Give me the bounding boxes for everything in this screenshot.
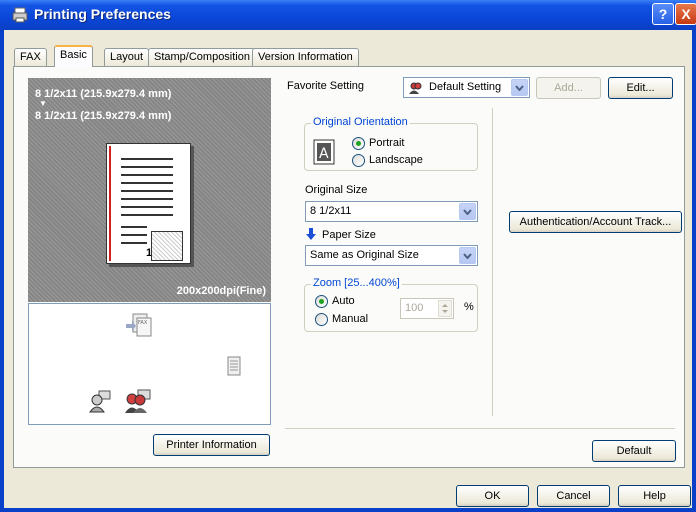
printer-information-button[interactable]: Printer Information — [153, 434, 270, 456]
zoom-manual-radio[interactable] — [315, 313, 328, 326]
landscape-label: Landscape — [369, 154, 423, 166]
binding-margin-line — [109, 146, 111, 261]
portrait-label: Portrait — [369, 137, 405, 149]
original-size-label: Original Size — [305, 184, 368, 196]
add-button[interactable]: Add... — [536, 77, 601, 99]
paper-size-label: Paper Size — [322, 229, 376, 241]
zoom-auto-label: Auto — [332, 295, 355, 307]
help-button[interactable]: Help — [618, 485, 691, 507]
portrait-orientation-icon: A — [313, 139, 335, 165]
zoom-value-stepper[interactable]: 100 — [400, 298, 454, 319]
zoom-title: Zoom [25...400%] — [311, 277, 402, 289]
preview-original-size-label: 8 1/2x11 (215.9x279.4 mm) — [35, 88, 172, 100]
svg-text:FAX: FAX — [138, 320, 148, 326]
tab-basic[interactable]: Basic — [54, 45, 93, 67]
portrait-radio[interactable] — [352, 137, 365, 150]
title-help-button[interactable]: ? — [652, 3, 674, 25]
preview-paper-size-label: 8 1/2x11 (215.9x279.4 mm) — [35, 110, 172, 122]
paper-size-dropdown[interactable]: Same as Original Size — [305, 245, 478, 266]
device-preview: FAX — [28, 303, 271, 425]
paper-size-value: Same as Original Size — [310, 249, 419, 261]
ok-button[interactable]: OK — [456, 485, 529, 507]
preview-resolution-label: 200x200dpi(Fine) — [176, 285, 266, 297]
zoom-unit: % — [464, 301, 474, 313]
landscape-radio[interactable] — [352, 154, 365, 167]
svg-text:A: A — [319, 146, 329, 162]
preview-arrow-icon: ▼ — [39, 99, 47, 108]
title-close-button[interactable]: X — [675, 3, 696, 25]
favorite-setting-value: Default Setting — [429, 81, 502, 93]
original-size-value: 8 1/2x11 — [310, 205, 352, 217]
window-title: Printing Preferences — [34, 6, 171, 22]
authentication-account-track-button[interactable]: Authentication/Account Track... — [509, 211, 682, 233]
default-button[interactable]: Default — [592, 440, 676, 462]
zoom-manual-label: Manual — [332, 313, 369, 325]
chevron-down-icon[interactable] — [459, 247, 476, 264]
arrow-down-icon — [306, 228, 316, 240]
fax-icon: FAX — [126, 313, 152, 337]
original-orientation-title: Original Orientation — [311, 116, 410, 128]
page-preview: 8 1/2x11 (215.9x279.4 mm) ▼ 8 1/2x11 (21… — [28, 78, 271, 302]
chevron-down-icon[interactable] — [459, 203, 476, 220]
cancel-button[interactable]: Cancel — [537, 485, 610, 507]
zoom-auto-radio[interactable] — [315, 295, 328, 308]
preview-thumbnail — [151, 231, 183, 261]
title-bar[interactable]: Printing Preferences ? X — [0, 0, 696, 30]
tab-stamp-composition[interactable]: Stamp/Composition — [148, 48, 256, 66]
favorite-setting-dropdown[interactable]: Default Setting — [403, 77, 530, 98]
user-group-icon — [125, 389, 151, 413]
tab-fax[interactable]: FAX — [14, 48, 47, 66]
user-icon — [89, 390, 111, 413]
edit-button[interactable]: Edit... — [608, 77, 673, 99]
tab-layout[interactable]: Layout — [104, 48, 150, 66]
favorite-users-icon — [409, 82, 422, 94]
printer-icon — [12, 7, 28, 23]
tab-version-information[interactable]: Version Information — [252, 48, 359, 66]
horizontal-divider — [285, 428, 675, 429]
preview-paper: 1 — [106, 143, 191, 264]
vertical-divider — [492, 108, 493, 416]
document-icon — [227, 356, 241, 376]
favorite-setting-label: Favorite Setting — [287, 80, 365, 92]
chevron-down-icon[interactable] — [511, 79, 528, 96]
zoom-value: 100 — [405, 302, 424, 314]
stepper-arrows-icon[interactable] — [438, 300, 452, 317]
original-size-dropdown[interactable]: 8 1/2x11 — [305, 201, 478, 222]
